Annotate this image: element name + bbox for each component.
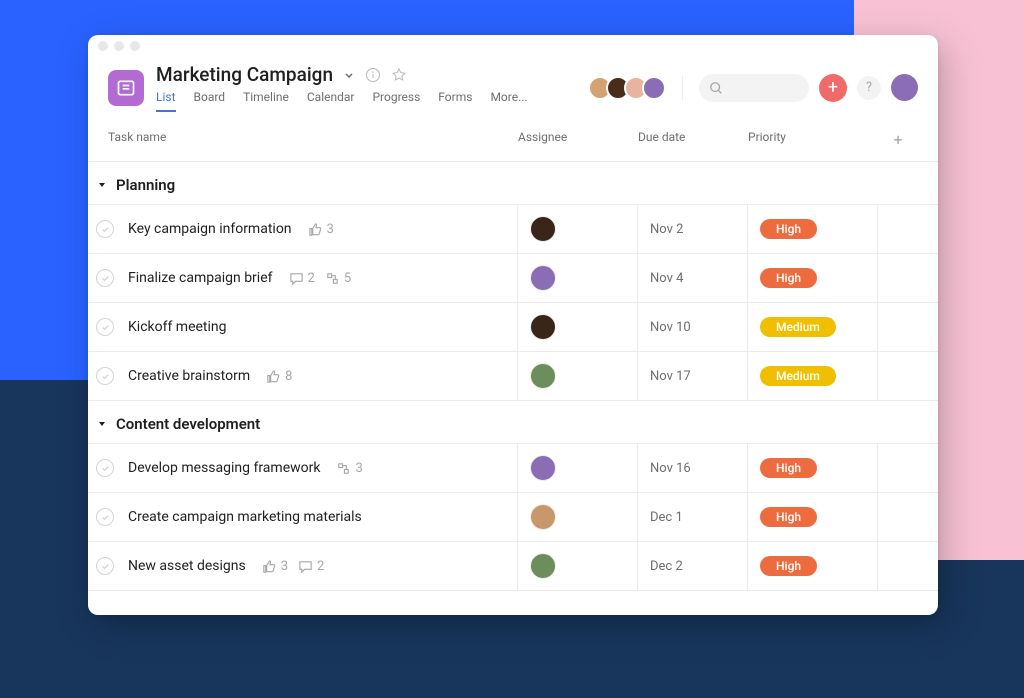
priority-pill[interactable]: High: [760, 507, 817, 527]
complete-checkbox[interactable]: [96, 318, 114, 336]
due-date[interactable]: Nov 10: [638, 303, 748, 351]
tab-calendar[interactable]: Calendar: [307, 90, 355, 112]
complete-checkbox[interactable]: [96, 459, 114, 477]
column-header: Task name Assignee Due date Priority +: [88, 116, 938, 162]
tab-list[interactable]: List: [156, 90, 176, 112]
star-icon[interactable]: [391, 67, 407, 83]
thumbs-up-icon: [266, 369, 281, 384]
assignee-avatar[interactable]: [530, 553, 556, 579]
task-name: Kickoff meeting: [128, 319, 227, 335]
complete-checkbox[interactable]: [96, 220, 114, 238]
header-divider: [682, 76, 683, 100]
add-button[interactable]: +: [819, 74, 847, 102]
task-row[interactable]: New asset designs 32 Dec 2 High: [88, 542, 938, 591]
caret-down-icon: [96, 418, 108, 430]
current-user-avatar[interactable]: [891, 74, 918, 101]
task-row[interactable]: Develop messaging framework 3 Nov 16 High: [88, 443, 938, 493]
assignee-avatar[interactable]: [530, 363, 556, 389]
help-button[interactable]: ?: [857, 76, 881, 100]
comment-icon: [298, 559, 313, 574]
add-column-button[interactable]: +: [878, 130, 918, 149]
task-row[interactable]: Finalize campaign brief 25 Nov 4 High: [88, 254, 938, 303]
tab-more-[interactable]: More...: [490, 90, 527, 112]
column-due-date[interactable]: Due date: [638, 130, 748, 149]
task-name: Develop messaging framework: [128, 460, 320, 476]
subtask-icon: [336, 461, 351, 476]
search-input[interactable]: [699, 74, 809, 102]
info-icon[interactable]: [365, 67, 381, 83]
task-row[interactable]: Create campaign marketing materials Dec 1…: [88, 493, 938, 542]
priority-pill[interactable]: Medium: [760, 317, 836, 337]
comment-icon: [289, 271, 304, 286]
project-dropdown-chevron-icon[interactable]: [343, 69, 355, 81]
column-task-name[interactable]: Task name: [108, 130, 518, 149]
tab-board[interactable]: Board: [194, 90, 226, 112]
traffic-light-minimize[interactable]: [114, 41, 124, 51]
complete-checkbox[interactable]: [96, 367, 114, 385]
priority-pill[interactable]: Medium: [760, 366, 836, 386]
complete-checkbox[interactable]: [96, 269, 114, 287]
column-assignee[interactable]: Assignee: [518, 130, 638, 149]
comments-count[interactable]: 2: [289, 271, 315, 286]
due-date[interactable]: Nov 16: [638, 444, 748, 492]
caret-down-icon: [96, 179, 108, 191]
task-name: Create campaign marketing materials: [128, 509, 362, 525]
due-date[interactable]: Nov 4: [638, 254, 748, 302]
priority-pill[interactable]: High: [760, 556, 817, 576]
subtasks-count[interactable]: 3: [336, 461, 362, 476]
task-row[interactable]: Key campaign information 3 Nov 2 High: [88, 204, 938, 254]
task-name: Creative brainstorm: [128, 368, 250, 384]
member-avatar[interactable]: [642, 76, 666, 100]
task-name: Finalize campaign brief: [128, 270, 273, 286]
due-date[interactable]: Dec 2: [638, 542, 748, 590]
project-header: Marketing Campaign List Board Timeline Cale…: [88, 57, 938, 112]
tab-timeline[interactable]: Timeline: [243, 90, 289, 112]
project-members[interactable]: [588, 76, 666, 100]
complete-checkbox[interactable]: [96, 557, 114, 575]
project-icon[interactable]: [108, 70, 144, 106]
priority-pill[interactable]: High: [760, 219, 817, 239]
task-row[interactable]: Kickoff meeting Nov 10 Medium: [88, 303, 938, 352]
task-name: New asset designs: [128, 558, 246, 574]
subtasks-count[interactable]: 5: [325, 271, 351, 286]
thumbs-up-icon: [308, 222, 323, 237]
priority-pill[interactable]: High: [760, 458, 817, 478]
assignee-avatar[interactable]: [530, 265, 556, 291]
section-header[interactable]: Planning: [88, 162, 938, 204]
task-name: Key campaign information: [128, 221, 292, 237]
column-priority[interactable]: Priority: [748, 130, 878, 149]
likes-count[interactable]: 8: [266, 369, 292, 384]
section-name: Content development: [116, 415, 260, 433]
due-date[interactable]: Nov 17: [638, 352, 748, 400]
traffic-light-zoom[interactable]: [130, 41, 140, 51]
assignee-avatar[interactable]: [530, 504, 556, 530]
app-window: Marketing Campaign List Board Timeline Cale…: [88, 35, 938, 615]
section-header[interactable]: Content development: [88, 401, 938, 443]
assignee-avatar[interactable]: [530, 455, 556, 481]
thumbs-up-icon: [262, 559, 277, 574]
section-name: Planning: [116, 176, 175, 194]
due-date[interactable]: Nov 2: [638, 205, 748, 253]
project-title[interactable]: Marketing Campaign: [156, 63, 333, 86]
traffic-light-close[interactable]: [98, 41, 108, 51]
window-titlebar: [88, 35, 938, 57]
complete-checkbox[interactable]: [96, 508, 114, 526]
comments-count[interactable]: 2: [298, 559, 324, 574]
assignee-avatar[interactable]: [530, 216, 556, 242]
tab-progress[interactable]: Progress: [372, 90, 420, 112]
tab-forms[interactable]: Forms: [438, 90, 472, 112]
subtask-icon: [325, 271, 340, 286]
priority-pill[interactable]: High: [760, 268, 817, 288]
due-date[interactable]: Dec 1: [638, 493, 748, 541]
assignee-avatar[interactable]: [530, 314, 556, 340]
likes-count[interactable]: 3: [308, 222, 334, 237]
likes-count[interactable]: 3: [262, 559, 288, 574]
task-row[interactable]: Creative brainstorm 8 Nov 17 Medium: [88, 352, 938, 401]
